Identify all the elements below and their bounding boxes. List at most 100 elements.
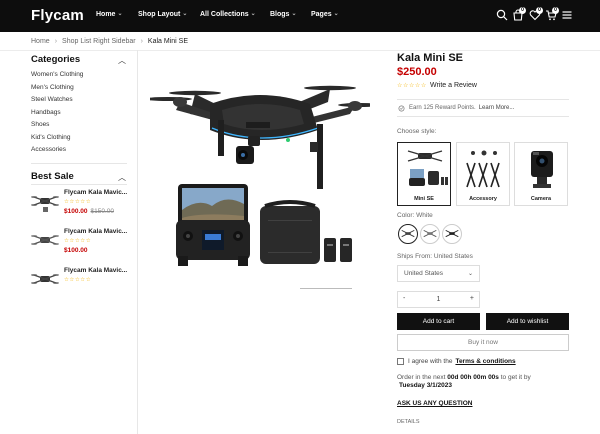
order-suffix: to get it by: [500, 374, 531, 381]
best-sale-name[interactable]: Flycam Kala Mavic...: [64, 189, 127, 196]
carry-bag-image: [260, 200, 320, 264]
sidebar-item-mens-clothing[interactable]: Men's Clothing: [31, 84, 74, 91]
menu-icon[interactable]: [561, 9, 573, 21]
product-title: Kala Mini SE: [397, 52, 464, 64]
sidebar-separator: [31, 184, 127, 185]
chevron-up-icon[interactable]: ︿: [118, 55, 126, 66]
chevron-up-icon[interactable]: ︿: [118, 172, 126, 183]
color-label: Color: White: [397, 212, 433, 219]
drone-thumbnail-icon: [31, 235, 59, 245]
sidebar-item-accessories[interactable]: Accessories: [31, 146, 66, 153]
style-option-accessory[interactable]: Accessory: [456, 142, 510, 206]
sidebar-item-shoes[interactable]: Shoes: [31, 121, 49, 128]
chevron-down-icon: ⌄: [182, 11, 188, 17]
color-swatch-option-3[interactable]: [442, 224, 462, 244]
chevron-down-icon: ⌄: [467, 271, 473, 277]
sidebar-item-handbags[interactable]: Handbags: [31, 109, 61, 116]
best-sale-item[interactable]: Flycam Kala Mavic... ☆☆☆☆☆: [31, 267, 131, 305]
nav-blogs[interactable]: Blogs ⌄: [270, 11, 296, 18]
style-option-mini-se[interactable]: Mini SE: [397, 142, 451, 206]
style-image-action-camera: [531, 151, 553, 188]
old-price: $150.00: [90, 208, 115, 215]
cart-count-badge: 0: [552, 7, 559, 14]
nav-shop-layout[interactable]: Shop Layout ⌄: [138, 11, 187, 18]
best-sale-item[interactable]: Flycam Kala Mavic... ☆☆☆☆☆ $100.00: [31, 228, 131, 266]
terms-link[interactable]: Terms & conditions: [455, 358, 515, 365]
nav-pages[interactable]: Pages ⌄: [311, 11, 339, 18]
details-heading[interactable]: DETAILS: [397, 419, 420, 425]
product-price: $250.00: [397, 66, 437, 78]
swatch-drone-icon: [445, 229, 459, 238]
drone-thumbnail-icon: [31, 274, 59, 284]
chevron-down-icon: ⌄: [117, 11, 123, 17]
add-to-wishlist-button[interactable]: Add to wishlist: [486, 313, 569, 330]
gallery-slider-indicator[interactable]: [300, 288, 352, 289]
best-sale-name[interactable]: Flycam Kala Mavic...: [64, 228, 127, 235]
nav-all-collections-label: All Collections: [200, 11, 249, 18]
best-sale-name[interactable]: Flycam Kala Mavic...: [64, 267, 127, 274]
agree-text: I agree with the: [408, 358, 453, 366]
best-sale-item[interactable]: Flycam Kala Mavic... ☆☆☆☆☆ $100.00 $150.0…: [31, 189, 131, 227]
drone-thumbnail-icon: [31, 196, 59, 212]
ships-from-label: Ships From: United States: [397, 253, 473, 260]
nav-home-label: Home: [96, 11, 116, 18]
chevron-down-icon: ⌄: [291, 11, 297, 17]
nav-pages-label: Pages: [311, 11, 332, 18]
controller-image: [176, 220, 250, 266]
swatch-drone-icon: [423, 229, 437, 238]
quantity-stepper[interactable]: - 1 +: [397, 291, 480, 308]
best-sale-title: Best Sale: [31, 171, 74, 182]
choose-style-label: Choose style:: [397, 128, 437, 135]
product-main-image[interactable]: [150, 80, 370, 275]
nav-all-collections[interactable]: All Collections ⌄: [200, 11, 256, 18]
breadcrumb-home[interactable]: Home: [31, 38, 50, 45]
sidebar-divider: [137, 50, 138, 434]
site-logo[interactable]: Flycam: [31, 7, 84, 24]
ask-question-link[interactable]: ASK US ANY QUESTION: [397, 400, 472, 407]
sidebar-item-kids-clothing[interactable]: Kid's Clothing: [31, 134, 71, 141]
breadcrumb: Home › Shop List Right Sidebar › Kala Mini S…: [31, 38, 188, 45]
sale-price: $100.00: [64, 208, 88, 215]
color-swatch-white[interactable]: [398, 224, 418, 244]
reward-icon: [398, 105, 405, 112]
reward-points-label: Earn 125 Reward Points.: [409, 105, 476, 111]
wishlist-count-badge: 0: [536, 7, 543, 14]
learn-more-link[interactable]: Learn More...: [479, 105, 515, 111]
color-swatch-option-2[interactable]: [420, 224, 440, 244]
rating-stars-icon: ☆☆☆☆☆: [64, 199, 92, 205]
categories-title: Categories: [31, 54, 81, 65]
order-prefix: Order in the next: [397, 374, 446, 381]
sidebar-item-steel-watches[interactable]: Steel Watches: [31, 96, 73, 103]
chevron-down-icon: ⌄: [250, 11, 256, 17]
buy-now-button[interactable]: Buy it now: [397, 334, 569, 351]
chevron-down-icon: ⌄: [333, 11, 339, 17]
ships-from-select[interactable]: United States ⌄: [397, 265, 480, 282]
rating-stars-icon: ☆☆☆☆☆: [64, 277, 92, 283]
bag-count-badge: 0: [519, 7, 526, 14]
sidebar-item-womens-clothing[interactable]: Women's Clothing: [31, 71, 83, 78]
breadcrumb-separator-icon: ›: [140, 38, 143, 45]
quantity-value[interactable]: 1: [398, 296, 479, 303]
rating-stars-icon: ☆☆☆☆☆: [64, 238, 92, 244]
style-option-camera[interactable]: Camera: [514, 142, 568, 206]
style-label: Mini SE: [414, 196, 434, 202]
reward-text: Earn 125 Reward Points. Learn More...: [409, 105, 514, 111]
breadcrumb-separator-icon: ›: [54, 38, 58, 45]
terms-checkbox[interactable]: [397, 358, 404, 365]
nav-shop-layout-label: Shop Layout: [138, 11, 181, 18]
write-review-link[interactable]: Write a Review: [430, 82, 477, 89]
order-countdown: Order in the next 00d 00h 00m 00s to get…: [397, 374, 531, 381]
breadcrumb-current: Kala Mini SE: [147, 38, 188, 45]
breadcrumb-collection[interactable]: Shop List Right Sidebar: [62, 38, 136, 45]
search-icon[interactable]: [496, 9, 508, 21]
nav-blogs-label: Blogs: [270, 11, 290, 18]
best-sale-price: $100.00: [64, 247, 88, 254]
style-image-drone-kit: [407, 150, 448, 186]
plus-icon[interactable]: +: [470, 295, 474, 302]
battery-image: [324, 238, 352, 262]
delivery-date: Tuesday 3/1/2023: [399, 382, 452, 389]
nav-home[interactable]: Home ⌄: [96, 11, 122, 18]
add-to-cart-button[interactable]: Add to cart: [397, 313, 480, 330]
style-label: Camera: [530, 196, 552, 202]
swatch-drone-icon: [401, 229, 415, 238]
